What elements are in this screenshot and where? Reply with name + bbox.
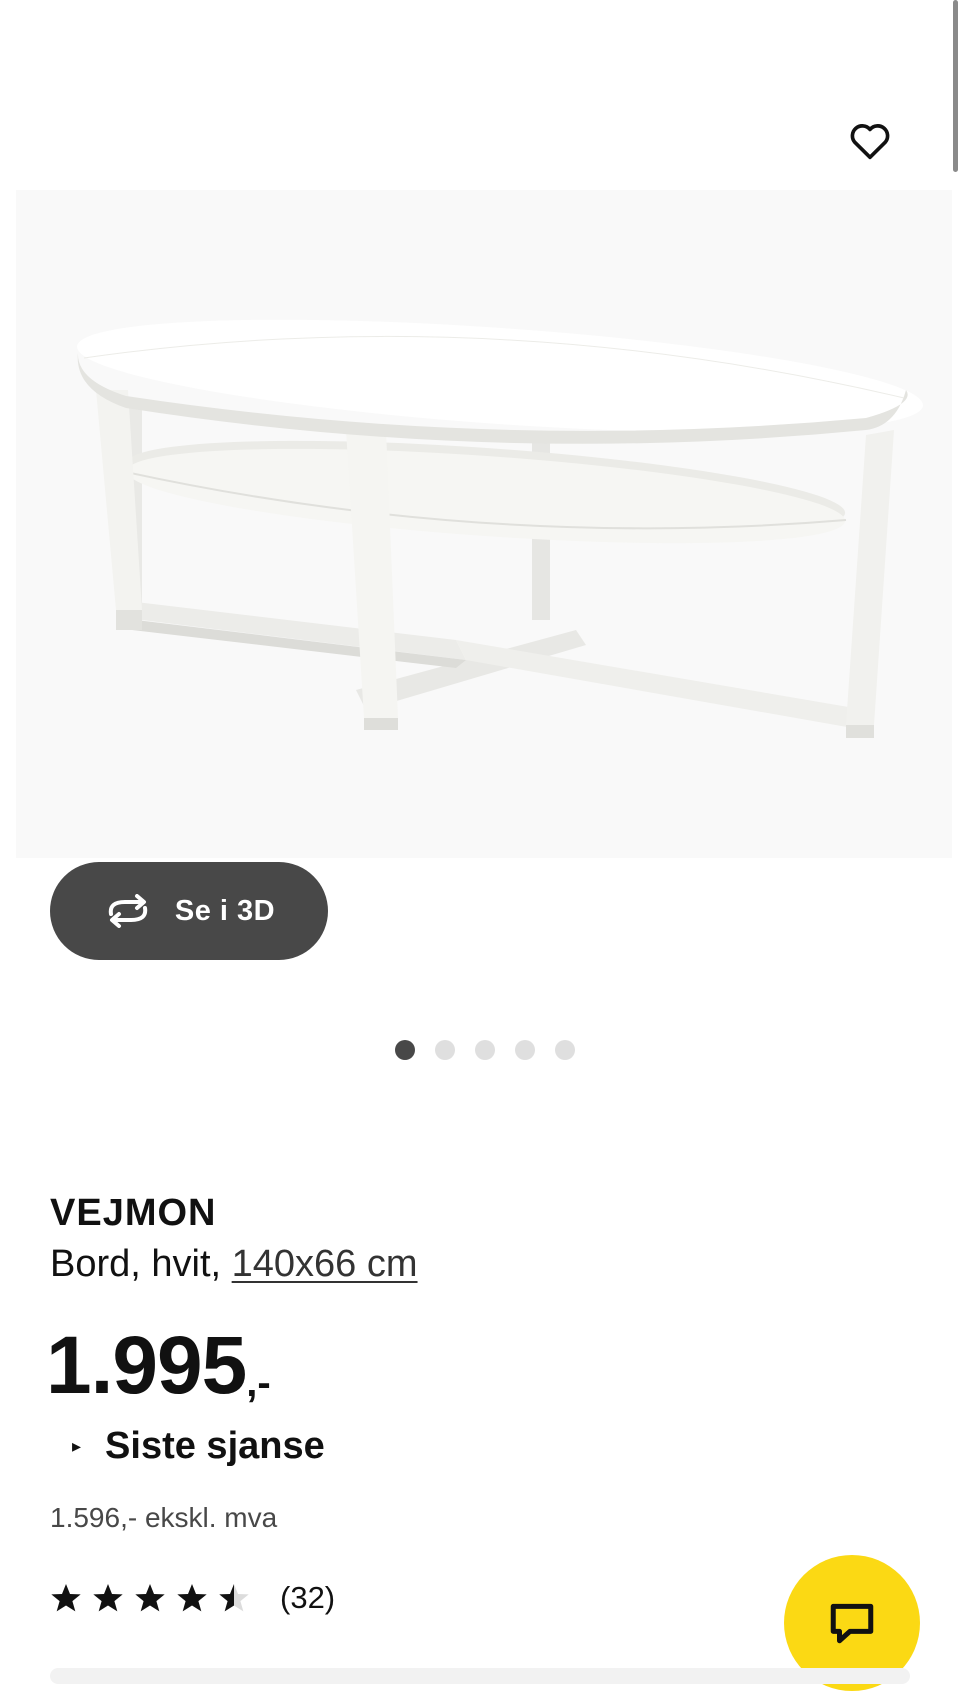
view-in-3d-button[interactable]: Se i 3D	[50, 862, 328, 960]
star-icon	[135, 1584, 165, 1612]
carousel-dot[interactable]	[555, 1040, 575, 1060]
rating[interactable]: (32)	[50, 1580, 335, 1616]
product-price: 1.995 ,-	[46, 1325, 271, 1407]
star-half-icon	[219, 1584, 249, 1612]
rating-stars	[50, 1582, 250, 1614]
heart-outline-icon	[850, 124, 890, 160]
star-icon	[177, 1584, 207, 1612]
rotate-3d-icon	[103, 894, 153, 928]
carousel-dot[interactable]	[515, 1040, 535, 1060]
product-name: VEJMON	[50, 1192, 217, 1234]
last-chance-toggle[interactable]: ▸ Siste sjanse	[72, 1425, 325, 1468]
favorite-button[interactable]	[842, 112, 898, 168]
carousel-dot[interactable]	[475, 1040, 495, 1060]
price-main: 1.995	[46, 1320, 247, 1411]
carousel-dots	[395, 1040, 575, 1060]
price-suffix: ,-	[246, 1361, 271, 1405]
product-image[interactable]	[16, 190, 952, 858]
product-size-link[interactable]: 140x66 cm	[232, 1243, 418, 1285]
table-illustration	[16, 190, 952, 858]
carousel-dot[interactable]	[435, 1040, 455, 1060]
carousel-dot[interactable]	[395, 1040, 415, 1060]
star-icon	[93, 1584, 123, 1612]
star-icon	[51, 1584, 81, 1612]
product-type: Bord, hvit,	[50, 1243, 222, 1285]
view-in-3d-label: Se i 3D	[174, 894, 276, 927]
review-count: (32)	[280, 1580, 336, 1615]
bottom-panel	[50, 1668, 910, 1684]
triangle-right-icon: ▸	[72, 1436, 82, 1456]
chat-bubble-icon	[830, 1603, 874, 1644]
price-excl-vat: 1.596,- ekskl. mva	[50, 1502, 278, 1533]
scrollbar[interactable]	[953, 0, 958, 172]
product-description: Bord, hvit, 140x66 cm	[50, 1243, 418, 1286]
last-chance-label: Siste sjanse	[105, 1425, 325, 1467]
